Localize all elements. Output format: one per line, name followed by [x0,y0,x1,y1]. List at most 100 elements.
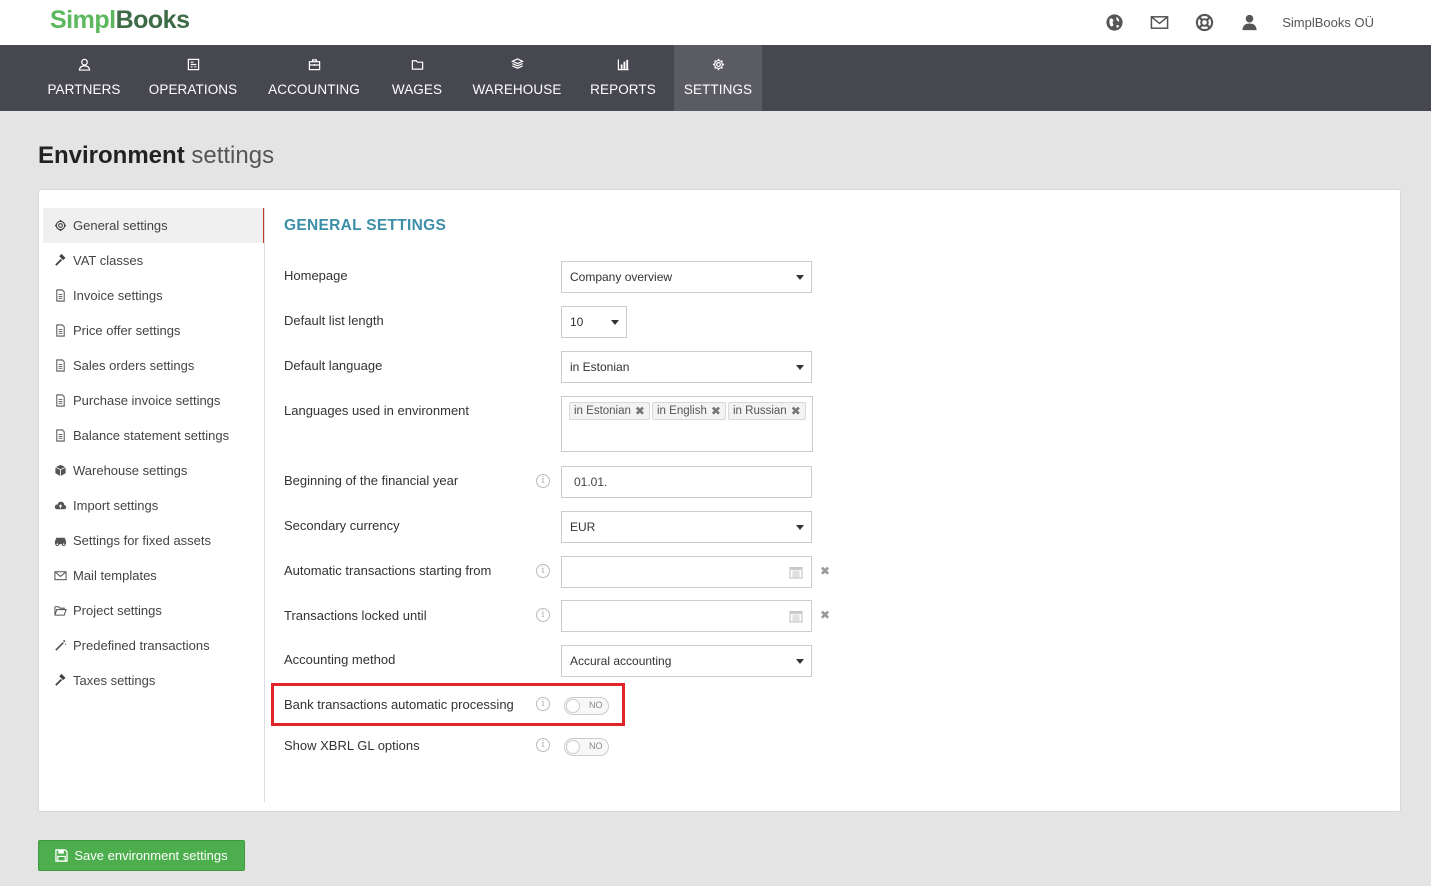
gear-icon [712,58,725,71]
sidebar-item-label: Predefined transactions [73,638,210,653]
sidebar-item-invoice-settings[interactable]: Invoice settings [43,278,264,313]
car-icon [53,534,67,548]
sidebar-item-taxes-settings[interactable]: Taxes settings [43,663,264,698]
sidebar-item-balance-statement-settings[interactable]: Balance statement settings [43,418,264,453]
nav-label: WAGES [382,82,452,97]
caret-down-icon [796,525,804,530]
sidebar-item-sales-orders-settings[interactable]: Sales orders settings [43,348,264,383]
locked-until-date-input[interactable] [561,600,812,632]
document-icon [53,289,67,303]
clear-date-icon[interactable]: ✖ [820,564,830,578]
nav-label: SETTINGS [674,82,762,97]
sidebar-item-price-offer-settings[interactable]: Price offer settings [43,313,264,348]
list-length-select[interactable]: 10 [561,306,627,338]
sidebar-item-label: Taxes settings [73,673,155,688]
xbrl-label: Show XBRL GL options [284,738,420,753]
caret-down-icon [796,659,804,664]
secondary-currency-select[interactable]: EUR [561,511,812,543]
financial-year-input[interactable]: 01.01. [561,466,812,498]
language-tag-label: in Estonian [574,405,631,417]
sidebar-item-label: Settings for fixed assets [73,533,211,548]
document-icon [53,429,67,443]
company-name[interactable]: SimplBooks OÜ [1282,15,1374,30]
lifebuoy-icon[interactable] [1194,12,1214,32]
calendar-icon[interactable] [789,609,803,623]
globe-icon[interactable] [1104,12,1124,32]
sidebar-divider [264,208,265,802]
nav-warehouse[interactable]: WAREHOUSE [464,45,570,111]
xbrl-value: NO [589,741,603,751]
sidebar-item-label: Price offer settings [73,323,180,338]
default-language-value: in Estonian [570,360,629,374]
language-tag: in Estonian ✖ [569,402,650,420]
clear-date-icon[interactable]: ✖ [820,608,830,622]
sidebar-item-warehouse-settings[interactable]: Warehouse settings [43,453,264,488]
nav-label: PARTNERS [38,82,130,97]
logo[interactable]: SimplBooks [50,6,189,35]
financial-year-label: Beginning of the financial year [284,473,458,488]
sidebar-item-label: Warehouse settings [73,463,187,478]
nav-label: OPERATIONS [140,82,246,97]
nav-partners[interactable]: PARTNERS [38,45,130,111]
sidebar-item-vat-classes[interactable]: VAT classes [43,243,264,278]
sidebar-item-fixed-assets-settings[interactable]: Settings for fixed assets [43,523,264,558]
envelope-icon[interactable] [1149,12,1169,32]
sidebar-item-import-settings[interactable]: Import settings [43,488,264,523]
page-title-bold: Environment [38,142,185,169]
bar-chart-icon [617,58,630,71]
magic-wand-icon [53,639,67,653]
sidebar-item-purchase-invoice-settings[interactable]: Purchase invoice settings [43,383,264,418]
calendar-icon[interactable] [789,565,803,579]
save-environment-settings-button[interactable]: Save environment settings [38,840,245,871]
sidebar-item-label: Mail templates [73,568,157,583]
nav-label: ACCOUNTING [258,82,370,97]
locked-until-label: Transactions locked until [284,608,427,623]
homepage-label: Homepage [284,268,348,283]
settings-panel: General settings VAT classes Invoice set… [38,189,1401,812]
list-length-value: 10 [570,315,583,329]
caret-down-icon [796,365,804,370]
nav-label: WAREHOUSE [464,82,570,97]
accounting-method-value: Accural accounting [570,654,671,668]
gavel-icon [53,254,67,268]
nav-settings[interactable]: SETTINGS [674,45,762,111]
remove-tag-icon[interactable]: ✖ [791,404,801,418]
remove-tag-icon[interactable]: ✖ [711,404,721,418]
logo-part2: Books [116,6,190,34]
calculator-icon [187,58,200,71]
nav-reports[interactable]: REPORTS [582,45,664,111]
user-icon[interactable] [1239,12,1259,32]
cube-icon [53,464,67,478]
caret-down-icon [796,275,804,280]
info-icon[interactable]: i [536,564,550,578]
sidebar-item-project-settings[interactable]: Project settings [43,593,264,628]
info-icon[interactable]: i [536,738,550,752]
secondary-currency-value: EUR [570,520,595,534]
document-icon [53,324,67,338]
floppy-disk-icon [55,849,68,862]
sidebar-item-label: General settings [73,218,168,233]
info-icon[interactable]: i [536,474,550,488]
briefcase-icon [308,58,321,71]
auto-transactions-date-input[interactable] [561,556,812,588]
info-icon[interactable]: i [536,608,550,622]
nav-operations[interactable]: OPERATIONS [140,45,246,111]
default-language-select[interactable]: in Estonian [561,351,812,383]
languages-used-multiselect[interactable]: in Estonian✖ in English✖ in Russian✖ [561,396,813,452]
sidebar-item-predefined-transactions[interactable]: Predefined transactions [43,628,264,663]
page-title-light: settings [191,142,274,169]
document-icon [53,359,67,373]
toggle-knob [566,740,580,754]
sidebar-item-general-settings[interactable]: General settings [43,208,265,243]
nav-wages[interactable]: WAGES [382,45,452,111]
page-title: Environment settings [38,142,274,170]
sidebar-item-mail-templates[interactable]: Mail templates [43,558,264,593]
envelope-icon [53,569,67,583]
nav-label: REPORTS [582,82,664,97]
nav-accounting[interactable]: ACCOUNTING [258,45,370,111]
homepage-select[interactable]: Company overview [561,261,812,293]
accounting-method-select[interactable]: Accural accounting [561,645,812,677]
xbrl-toggle[interactable]: NO [564,738,609,756]
remove-tag-icon[interactable]: ✖ [635,404,645,418]
cloud-upload-icon [53,499,67,513]
